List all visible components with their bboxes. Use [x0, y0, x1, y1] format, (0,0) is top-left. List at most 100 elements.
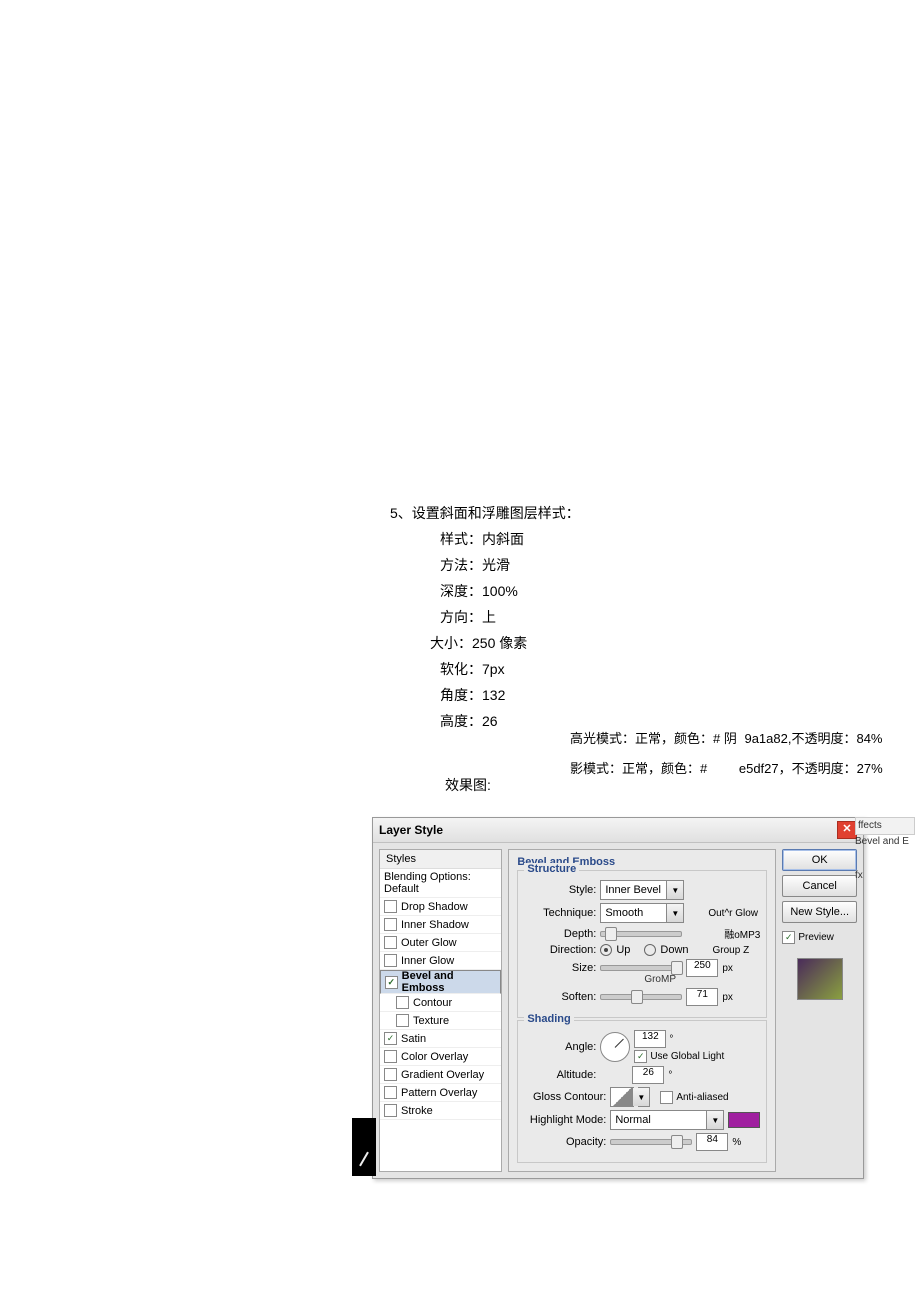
checkbox-icon[interactable]: [384, 918, 397, 931]
dialog-titlebar[interactable]: Layer Style ✕: [373, 818, 863, 843]
soften-input[interactable]: 71: [686, 988, 718, 1006]
shadow-mode-value: e5df27，不透明度：27%: [739, 754, 883, 784]
chevron-down-icon: ▼: [666, 881, 683, 899]
structure-group: Structure Style: Inner Bevel▼ Technique:…: [517, 870, 767, 1018]
effects-bevel-item[interactable]: Bevel and E: [855, 835, 915, 849]
style-inner-shadow[interactable]: Inner Shadow: [380, 916, 501, 934]
checkbox-icon[interactable]: ✓: [634, 1050, 647, 1063]
size-unit: px: [722, 963, 733, 974]
depth-slider[interactable]: [600, 931, 682, 937]
checkbox-icon[interactable]: [384, 936, 397, 949]
style-inner-glow[interactable]: Inner Glow: [380, 952, 501, 970]
styles-header[interactable]: Styles: [380, 850, 501, 869]
ok-button[interactable]: OK: [782, 849, 857, 871]
highlight-mode-text: 高光模式：正常，颜色：# 阴: [570, 731, 737, 746]
dialog-buttons: OK Cancel New Style... ✓ Preview: [782, 849, 857, 1172]
checkbox-icon[interactable]: [384, 1050, 397, 1063]
antialiased-label: Anti-aliased: [676, 1092, 728, 1103]
instruction-line: 5、设置斜面和浮雕图层样式：: [390, 500, 580, 526]
checkbox-icon[interactable]: ✓: [384, 1032, 397, 1045]
highlight-mode-value: 9a1a82,不透明度：84%: [744, 724, 882, 754]
instruction-block: 5、设置斜面和浮雕图层样式： 样式：内斜面 方法：光滑 深度：100% 方向：上…: [390, 500, 580, 734]
angle-unit: °: [669, 1034, 673, 1045]
style-select[interactable]: Inner Bevel▼: [600, 880, 684, 900]
checkbox-icon[interactable]: [384, 1086, 397, 1099]
bevel-emboss-panel: Bevel and Emboss Structure Style: Inner …: [508, 849, 776, 1172]
checkbox-icon[interactable]: [396, 996, 409, 1009]
angle-dial[interactable]: [600, 1032, 630, 1062]
shading-group: Shading Angle: 132 ° ✓ Use Global Light: [517, 1020, 767, 1163]
chevron-down-icon: ▼: [706, 1111, 723, 1129]
depth-suffix: 融oMP3: [724, 926, 760, 941]
direction-down-label: Down: [660, 944, 688, 956]
soften-slider[interactable]: [600, 994, 682, 1000]
checkbox-icon[interactable]: [384, 954, 397, 967]
structure-legend: Structure: [524, 863, 579, 875]
checkbox-icon[interactable]: [384, 1068, 397, 1081]
soften-label: Soften:: [524, 991, 596, 1003]
style-satin[interactable]: ✓Satin: [380, 1030, 501, 1048]
cancel-button[interactable]: Cancel: [782, 875, 857, 897]
gloss-contour-dropdown[interactable]: ▼: [638, 1087, 650, 1107]
styles-list: Styles Blending Options: Default Drop Sh…: [379, 849, 502, 1172]
instruction-line: 角度：132: [390, 682, 580, 708]
preview-label: Preview: [798, 932, 834, 943]
direction-down-radio[interactable]: [644, 944, 656, 956]
direction-up-label: Up: [616, 944, 630, 956]
new-style-button[interactable]: New Style...: [782, 901, 857, 923]
style-stroke[interactable]: Stroke: [380, 1102, 501, 1120]
highlight-mode-select[interactable]: Normal▼: [610, 1110, 724, 1130]
effect-label: 效果图:: [445, 775, 491, 795]
checkbox-icon[interactable]: [396, 1014, 409, 1027]
dialog-title: Layer Style: [379, 823, 443, 837]
opacity-input[interactable]: 84: [696, 1133, 728, 1151]
groupz-text: Group Z: [713, 945, 750, 956]
checkbox-icon[interactable]: [384, 1104, 397, 1117]
mode-block: 高光模式：正常，颜色：# 阴 9a1a82,不透明度：84% 影模式：正常，颜色…: [570, 724, 883, 784]
effects-panel-fragment: ffects Bevel and E fx: [855, 817, 915, 883]
style-drop-shadow[interactable]: Drop Shadow: [380, 898, 501, 916]
fx-label: fx: [855, 869, 915, 883]
checkbox-icon[interactable]: ✓: [782, 931, 795, 944]
instruction-line: 软化：7px: [390, 656, 580, 682]
checkbox-icon[interactable]: [384, 900, 397, 913]
technique-select[interactable]: Smooth▼: [600, 903, 684, 923]
altitude-unit: °: [668, 1070, 672, 1081]
style-pattern-overlay[interactable]: Pattern Overlay: [380, 1084, 501, 1102]
instruction-line: 深度：100%: [390, 578, 580, 604]
gloss-contour-swatch[interactable]: [610, 1087, 634, 1107]
highlight-color-swatch[interactable]: [728, 1112, 760, 1128]
instruction-line: 大小：250 像素: [390, 630, 580, 656]
size-input[interactable]: 250: [686, 959, 718, 977]
style-color-overlay[interactable]: Color Overlay: [380, 1048, 501, 1066]
close-button[interactable]: ✕: [837, 821, 857, 839]
style-bevel-emboss[interactable]: ✓Bevel and Emboss: [380, 970, 501, 994]
instruction-line: 方向：上: [390, 604, 580, 630]
style-texture[interactable]: Texture: [380, 1012, 501, 1030]
style-gradient-overlay[interactable]: Gradient Overlay: [380, 1066, 501, 1084]
altitude-input[interactable]: 26: [632, 1066, 664, 1084]
size-slider[interactable]: [600, 965, 682, 971]
preview-swatch: [797, 958, 843, 1000]
angle-input[interactable]: 132: [634, 1030, 666, 1048]
opacity-slider[interactable]: [610, 1139, 692, 1145]
checkbox-icon[interactable]: [660, 1091, 673, 1104]
chevron-down-icon: ▼: [666, 904, 683, 922]
result-preview-fragment: [352, 1118, 376, 1176]
effects-header[interactable]: ffects: [855, 817, 915, 835]
style-outer-glow[interactable]: Outer Glow: [380, 934, 501, 952]
direction-up-radio[interactable]: [600, 944, 612, 956]
style-contour[interactable]: Contour: [380, 994, 501, 1012]
depth-label: Depth:: [524, 928, 596, 940]
altitude-label: Altitude:: [524, 1069, 596, 1081]
soften-unit: px: [722, 992, 733, 1003]
size-label: Size:: [524, 962, 596, 974]
outr-glow-text: Out^r Glow: [708, 908, 758, 919]
angle-label: Angle:: [524, 1041, 596, 1053]
direction-label: Direction:: [524, 944, 596, 956]
instruction-line: 高度：26: [390, 708, 580, 734]
technique-label: Technique:: [524, 907, 596, 919]
opacity-label: Opacity:: [524, 1136, 606, 1148]
style-blending-options[interactable]: Blending Options: Default: [380, 869, 501, 898]
checkbox-icon[interactable]: ✓: [385, 976, 398, 989]
